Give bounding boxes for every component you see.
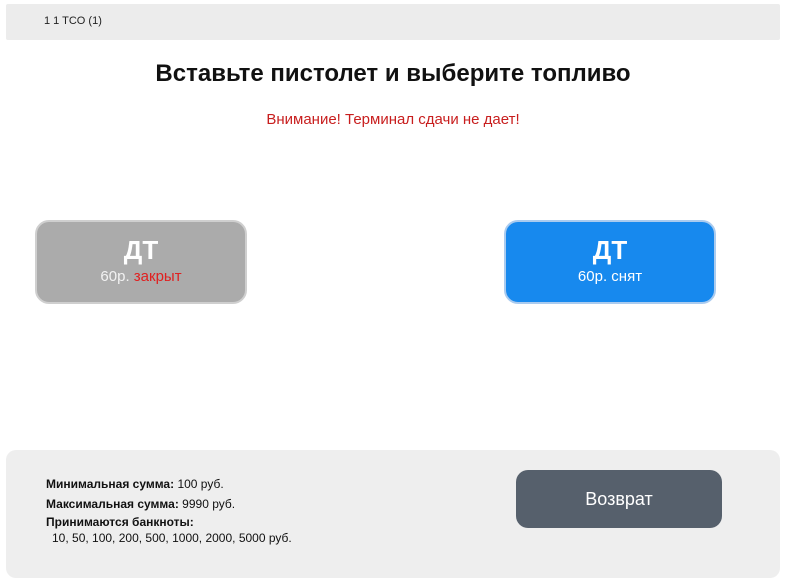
fuel-name: ДТ — [123, 235, 159, 265]
fuel-price: 60р. — [100, 268, 130, 285]
max-sum-label: Максимальная сумма: — [46, 497, 179, 511]
fuel-subline: 60р. снят — [506, 267, 714, 287]
fuel-status: закрыт — [133, 268, 182, 285]
banknotes-label: Принимаются банкноты: — [46, 515, 194, 529]
fuel-button-dt-active[interactable]: ДТ 60р. снят — [504, 220, 716, 304]
max-sum-row: Максимальная сумма: 9990 руб. — [46, 494, 292, 514]
fuel-price: 60р. — [577, 268, 608, 285]
top-bar: 1 1 TCO (1) — [6, 4, 780, 40]
banknotes-value: 10, 50, 100, 200, 500, 1000, 2000, 5000 … — [52, 531, 292, 545]
fuel-name: ДТ — [592, 235, 628, 265]
min-sum-row: Минимальная сумма: 100 руб. — [46, 474, 292, 494]
min-sum-value: 100 руб. — [177, 477, 224, 491]
terminal-breadcrumb: 1 1 TCO (1) — [44, 15, 102, 27]
return-button[interactable]: Возврат — [516, 470, 722, 528]
no-change-warning: Внимание! Терминал сдачи не дает! — [266, 111, 520, 128]
limits-info: Минимальная сумма: 100 руб. Максимальная… — [46, 474, 292, 546]
fuel-status: снят — [611, 268, 643, 285]
page-title: Вставьте пистолет и выберите топливо — [155, 60, 631, 87]
fuel-subline: 60р. закрыт — [37, 267, 245, 287]
max-sum-value: 9990 руб. — [182, 497, 236, 511]
fuel-button-dt-closed[interactable]: ДТ 60р. закрыт — [35, 220, 247, 304]
min-sum-label: Минимальная сумма: — [46, 477, 175, 491]
footer-panel: Минимальная сумма: 100 руб. Максимальная… — [6, 450, 780, 578]
